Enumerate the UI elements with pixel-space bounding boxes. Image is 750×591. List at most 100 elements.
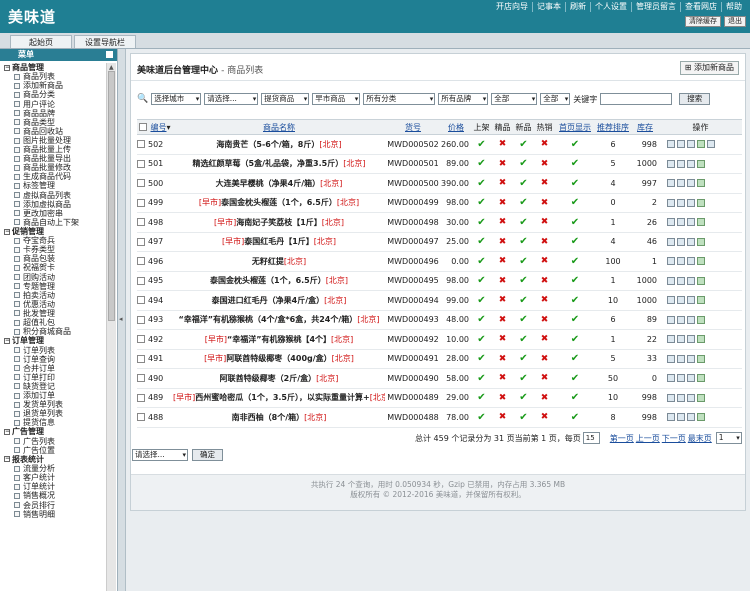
product-name[interactable]: 无籽红提 [252, 257, 284, 266]
sidebar-item[interactable]: 积分商城商品 [4, 327, 106, 336]
check-icon[interactable]: ✔ [555, 251, 595, 272]
clear-cache-button[interactable]: 清除缓存 [685, 16, 721, 27]
cross-icon[interactable]: ✖ [492, 388, 513, 408]
add-product-button[interactable]: ⊞ 添加新商品 [679, 61, 739, 75]
sidebar-item[interactable]: 生成商品代码 [4, 172, 106, 181]
trash-icon[interactable] [697, 354, 705, 363]
copy-icon[interactable] [687, 237, 695, 246]
check-icon[interactable]: ✔ [513, 251, 534, 272]
check-icon[interactable]: ✔ [471, 310, 492, 330]
sidebar-item[interactable]: 商品包装 [4, 254, 106, 263]
all-category-select[interactable]: 所有分类 [363, 93, 436, 105]
topnav-item[interactable]: 管理员留言 [631, 2, 680, 12]
copy-icon[interactable] [687, 257, 695, 266]
sort-order-cell[interactable]: 4 [595, 173, 631, 194]
check-icon[interactable]: ✔ [555, 271, 595, 291]
pickup-select[interactable]: 提货商品 [261, 93, 310, 105]
product-name[interactable]: 泰国金枕头榴莲（1个，6.5斤） [221, 198, 337, 207]
tab-start-page[interactable]: 起始页 [10, 35, 72, 48]
view-icon[interactable] [667, 335, 675, 344]
stock-cell[interactable]: 22 [631, 329, 659, 350]
stock-cell[interactable]: 1000 [631, 271, 659, 291]
sidebar-item[interactable]: 流量分析 [4, 464, 106, 473]
trash-icon[interactable] [697, 335, 705, 344]
view-icon[interactable] [667, 257, 675, 266]
sidebar-item[interactable]: 销售明细 [4, 510, 106, 519]
sidebar-item[interactable]: 添加虚拟商品 [4, 200, 106, 209]
row-checkbox[interactable] [137, 276, 145, 285]
cross-icon[interactable]: ✖ [534, 154, 555, 174]
sort-order-cell[interactable]: 1 [595, 329, 631, 350]
column-header[interactable]: 操作 [659, 119, 742, 135]
check-icon[interactable]: ✔ [471, 290, 492, 311]
cross-icon[interactable]: ✖ [492, 349, 513, 369]
row-checkbox[interactable] [137, 140, 145, 149]
sidebar-item[interactable]: 广告列表 [4, 437, 106, 446]
edit-icon[interactable] [677, 179, 685, 188]
check-icon[interactable]: ✔ [555, 154, 595, 174]
row-checkbox[interactable] [137, 335, 145, 344]
cross-icon[interactable]: ✖ [534, 388, 555, 408]
view-icon[interactable] [667, 296, 675, 305]
sort-order-cell[interactable]: 5 [595, 154, 631, 174]
sidebar-item[interactable]: 商品类型 [4, 118, 106, 127]
collapse-box-icon[interactable]: − [4, 64, 10, 71]
check-icon[interactable]: ✔ [555, 212, 595, 233]
sidebar-item[interactable]: 批发管理 [4, 309, 106, 318]
sidebar-item[interactable]: 商品自动上下架 [4, 218, 106, 227]
sidebar-item[interactable]: 卡券类型 [4, 245, 106, 254]
cross-icon[interactable]: ✖ [492, 154, 513, 174]
cross-icon[interactable]: ✖ [492, 232, 513, 252]
cross-icon[interactable]: ✖ [492, 271, 513, 291]
view-icon[interactable] [667, 393, 675, 402]
price-cell[interactable]: 78.00 [441, 407, 471, 428]
search-button[interactable]: 搜索 [679, 93, 711, 105]
edit-icon[interactable] [677, 393, 685, 402]
sort-order-cell[interactable]: 8 [595, 407, 631, 428]
row-checkbox[interactable] [137, 198, 145, 207]
edit-icon[interactable] [677, 296, 685, 305]
price-cell[interactable]: 89.00 [441, 154, 471, 174]
cross-icon[interactable]: ✖ [492, 310, 513, 330]
topnav-item[interactable]: 刷新 [565, 2, 590, 12]
cross-icon[interactable]: ✖ [492, 407, 513, 428]
product-name[interactable]: 大连美早樱桃（净果4斤/箱） [216, 179, 321, 188]
sort-order-cell[interactable]: 6 [595, 310, 631, 330]
cross-icon[interactable]: ✖ [492, 212, 513, 233]
price-cell[interactable]: 30.00 [441, 212, 471, 233]
view-icon[interactable] [667, 276, 675, 285]
tab-nav-settings[interactable]: 设置导航栏 [74, 35, 136, 48]
cross-icon[interactable]: ✖ [492, 251, 513, 272]
price-cell[interactable]: 48.00 [441, 310, 471, 330]
check-icon[interactable]: ✔ [471, 251, 492, 272]
copy-icon[interactable] [687, 218, 695, 227]
edit-icon[interactable] [677, 140, 685, 149]
sidebar-item[interactable]: 提货信息 [4, 418, 106, 427]
sidebar-item[interactable]: 订单打印 [4, 373, 106, 382]
sidebar-item[interactable]: 标签管理 [4, 181, 106, 190]
stock-cell[interactable]: 997 [631, 173, 659, 194]
brand-select[interactable]: 所有品牌 [438, 93, 489, 105]
stock-cell[interactable]: 46 [631, 232, 659, 252]
sidebar-item[interactable]: 订单查询 [4, 355, 106, 364]
cross-icon[interactable]: ✖ [534, 329, 555, 350]
stock-cell[interactable]: 0 [631, 368, 659, 389]
check-icon[interactable]: ✔ [513, 173, 534, 194]
price-cell[interactable]: 0.00 [441, 251, 471, 272]
row-checkbox[interactable] [137, 218, 145, 227]
collapse-box-icon[interactable]: − [4, 337, 10, 344]
cross-icon[interactable]: ✖ [492, 290, 513, 311]
sidebar-item[interactable]: 商品分类 [4, 90, 106, 99]
stock-cell[interactable]: 89 [631, 310, 659, 330]
sidebar-item[interactable]: 销售概况 [4, 491, 106, 500]
copy-icon[interactable] [687, 393, 695, 402]
first-page-link[interactable]: 第一页 [610, 433, 634, 444]
copy-icon[interactable] [687, 198, 695, 207]
product-name[interactable]: 阿联酋特级椰枣（2斤/盒） [220, 374, 317, 383]
scroll-up-icon[interactable]: ▲ [109, 64, 114, 71]
stock-cell[interactable]: 2 [631, 193, 659, 213]
stock-cell[interactable]: 1000 [631, 154, 659, 174]
check-icon[interactable]: ✔ [471, 173, 492, 194]
cross-icon[interactable]: ✖ [534, 349, 555, 369]
product-name[interactable]: “幸福洋”有机猕猴桃（4个/盒*6盒，共24个/箱） [178, 315, 357, 324]
